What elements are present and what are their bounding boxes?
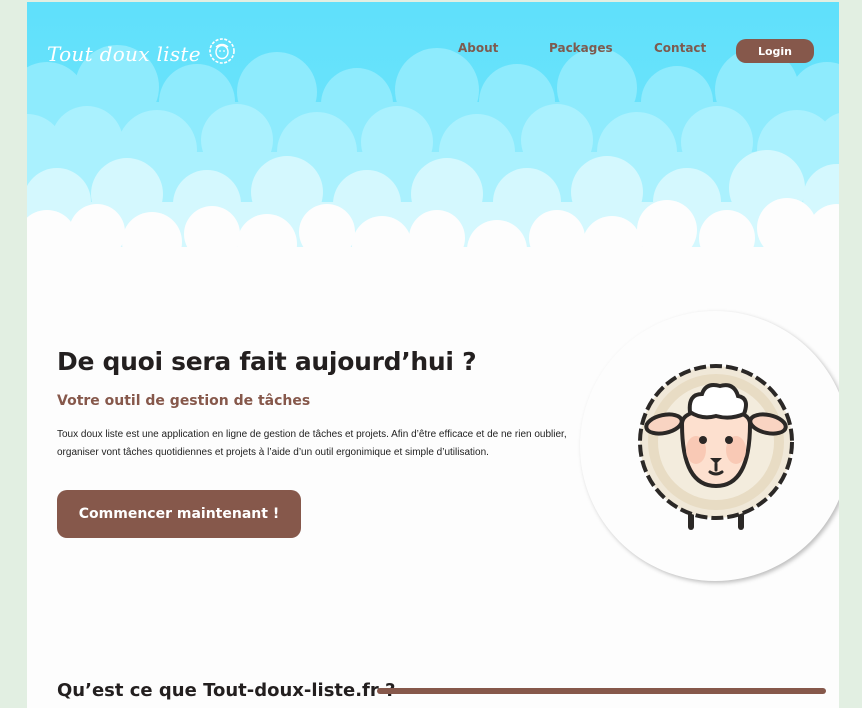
section-divider (377, 688, 826, 694)
nav-contact[interactable]: Contact (654, 41, 706, 55)
logo[interactable]: Tout doux liste (47, 36, 237, 71)
nav-about[interactable]: About (458, 41, 498, 55)
hero-description: Toux doux liste est une application en l… (57, 429, 567, 458)
start-now-button[interactable]: Commencer maintenant ! (57, 490, 301, 538)
page: Tout doux liste About Packages Contact L… (27, 2, 839, 708)
logo-text: Tout doux liste (47, 41, 201, 66)
hero-subtitle: Votre outil de gestion de tâches (57, 393, 311, 409)
hero-title: De quoi sera fait aujourd’hui ? (57, 347, 477, 376)
nav-packages[interactable]: Packages (549, 41, 613, 55)
sheep-icon (630, 354, 802, 541)
login-button[interactable]: Login (736, 39, 814, 63)
sheep-icon (207, 36, 237, 71)
section-title: Qu’est ce que Tout-doux-liste.fr ? (57, 680, 396, 701)
